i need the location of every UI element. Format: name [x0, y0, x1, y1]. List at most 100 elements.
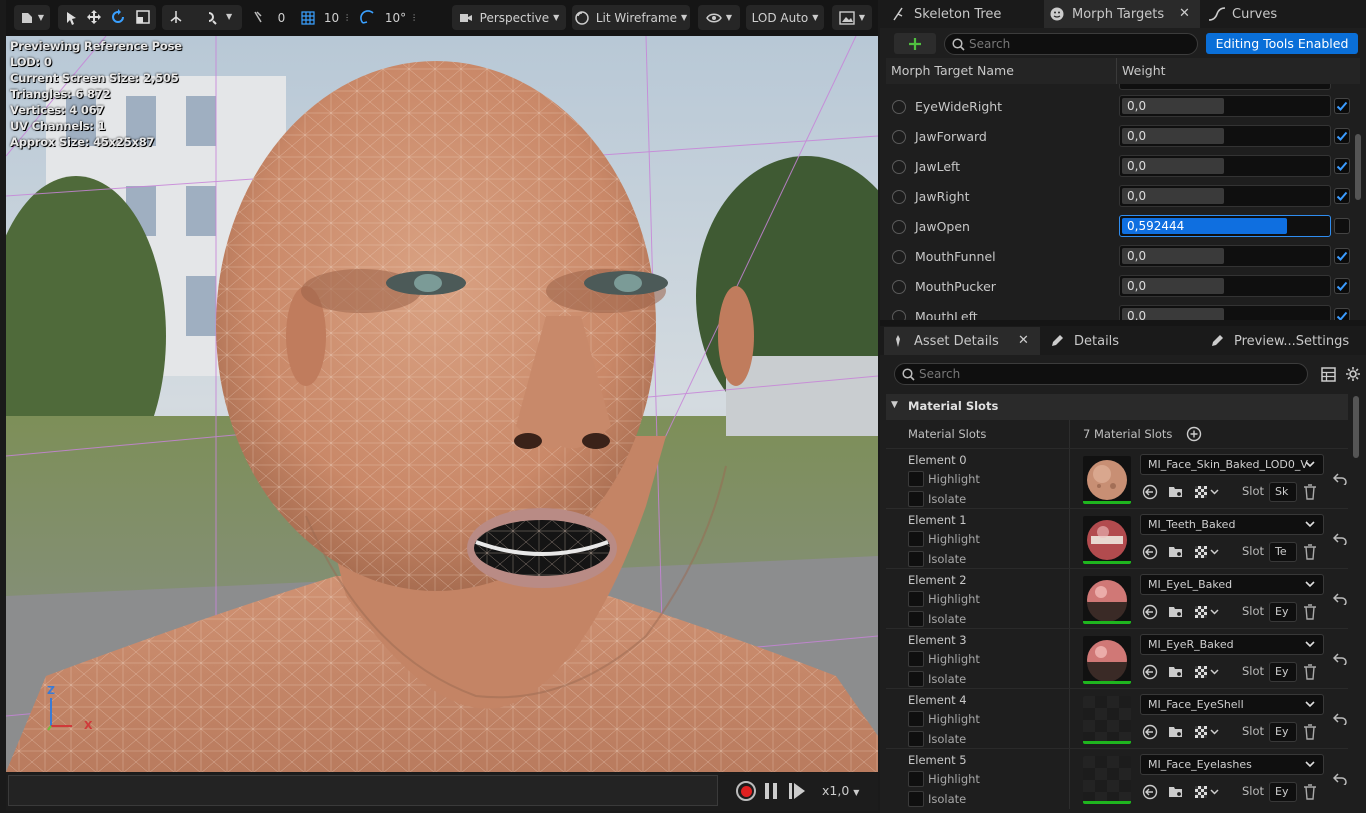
select-mode-dropdown[interactable]: ▼ — [14, 5, 50, 30]
material-thumbnail[interactable] — [1083, 576, 1131, 624]
settings-button[interactable] — [1345, 366, 1361, 385]
material-select[interactable]: MI_EyeL_Baked — [1140, 574, 1324, 595]
morph-search-input[interactable]: Search — [944, 33, 1198, 55]
angle-snap-toggle[interactable]: 0 — [248, 5, 290, 30]
viewport[interactable]: ▼ ▼ 0 10 ⋮ 10° ⋮ Perspective ▼ Lit Wirefram… — [0, 0, 880, 813]
material-select[interactable]: MI_EyeR_Baked — [1140, 634, 1324, 655]
lighting-mode-dropdown[interactable]: Lit Wireframe ▼ — [572, 5, 690, 30]
radio-button[interactable] — [892, 160, 906, 174]
highlight-checkbox[interactable] — [908, 471, 924, 487]
reset-to-default-button[interactable] — [1332, 773, 1347, 788]
radio-button[interactable] — [892, 280, 906, 294]
radio-button[interactable] — [892, 310, 906, 320]
add-slot-button[interactable] — [1186, 426, 1202, 445]
radio-button[interactable] — [892, 130, 906, 144]
reset-to-default-button[interactable] — [1332, 593, 1347, 608]
rotation-snap-toggle[interactable]: 10° ⋮ — [358, 5, 420, 30]
material-options-dropdown[interactable] — [1194, 544, 1220, 563]
morph-enable-checkbox[interactable] — [1334, 128, 1350, 144]
viewport-options-dropdown[interactable]: ▼ — [832, 5, 872, 30]
browse-button[interactable] — [1168, 724, 1184, 743]
column-divider[interactable] — [1116, 58, 1117, 84]
highlight-checkbox[interactable] — [908, 591, 924, 607]
col-weight[interactable]: Weight — [1122, 63, 1166, 78]
isolate-checkbox[interactable] — [908, 491, 924, 507]
material-slots-section-header[interactable]: ▼ Material Slots — [886, 394, 1348, 420]
delete-slot-button[interactable] — [1303, 664, 1317, 683]
browse-button[interactable] — [1168, 784, 1184, 803]
material-options-dropdown[interactable] — [1194, 604, 1220, 623]
rotate-icon[interactable] — [110, 9, 126, 25]
weight-field[interactable] — [1119, 84, 1331, 90]
record-button[interactable] — [736, 781, 756, 801]
weight-field[interactable]: 0,0 — [1119, 275, 1331, 297]
weight-field[interactable]: 0,0 — [1119, 245, 1331, 267]
material-options-dropdown[interactable] — [1194, 484, 1220, 503]
lod-dropdown[interactable]: LOD Auto ▼ — [746, 5, 824, 30]
timeline-scrubber[interactable] — [8, 775, 718, 806]
add-morph-button[interactable] — [894, 33, 936, 54]
material-select[interactable]: MI_Face_EyeShell — [1140, 694, 1324, 715]
material-thumbnail[interactable] — [1083, 516, 1131, 564]
morph-enable-checkbox[interactable] — [1334, 218, 1350, 234]
world-space-icon[interactable] — [168, 9, 184, 25]
col-morph-name[interactable]: Morph Target Name — [891, 63, 1014, 78]
isolate-checkbox[interactable] — [908, 791, 924, 807]
highlight-checkbox[interactable] — [908, 771, 924, 787]
details-search-input[interactable]: Search — [894, 363, 1308, 385]
delete-slot-button[interactable] — [1303, 544, 1317, 563]
delete-slot-button[interactable] — [1303, 724, 1317, 743]
browse-button[interactable] — [1168, 664, 1184, 683]
step-forward-button[interactable] — [788, 782, 806, 803]
close-icon[interactable]: ✕ — [1018, 333, 1029, 348]
show-flags-dropdown[interactable]: ▼ — [698, 5, 740, 30]
editing-tools-button[interactable]: Editing Tools Enabled — [1206, 33, 1358, 54]
morph-enable-checkbox[interactable] — [1334, 158, 1350, 174]
material-options-dropdown[interactable] — [1194, 664, 1220, 683]
tab-asset-details[interactable]: Asset Details ✕ — [884, 327, 1040, 355]
isolate-checkbox[interactable] — [908, 731, 924, 747]
morph-row[interactable]: JawLeft 0,0 — [886, 152, 1356, 182]
morph-enable-checkbox[interactable] — [1334, 278, 1350, 294]
pause-button[interactable] — [764, 782, 778, 803]
surface-snap-icon[interactable] — [206, 9, 220, 25]
weight-field[interactable]: 0,0 — [1119, 155, 1331, 177]
morph-enable-checkbox[interactable] — [1334, 248, 1350, 264]
material-select[interactable]: MI_Face_Eyelashes — [1140, 754, 1324, 775]
delete-slot-button[interactable] — [1303, 604, 1317, 623]
material-options-dropdown[interactable] — [1194, 724, 1220, 743]
weight-field[interactable]: 0,0 — [1119, 185, 1331, 207]
tab-preview-settings[interactable]: Preview...Settings — [1204, 327, 1364, 355]
morph-enable-checkbox[interactable] — [1334, 188, 1350, 204]
reset-to-default-button[interactable] — [1332, 473, 1347, 488]
material-select[interactable]: MI_Face_Skin_Baked_LOD0_V — [1140, 454, 1324, 475]
isolate-checkbox[interactable] — [908, 551, 924, 567]
browse-button[interactable] — [1168, 484, 1184, 503]
table-view-button[interactable] — [1321, 367, 1336, 385]
tab-details[interactable]: Details — [1044, 327, 1194, 355]
morph-enable-checkbox[interactable] — [1334, 98, 1350, 114]
morph-row[interactable]: JawForward 0,0 — [886, 122, 1356, 152]
use-selected-button[interactable] — [1142, 544, 1158, 563]
reset-to-default-button[interactable] — [1332, 713, 1347, 728]
highlight-checkbox[interactable] — [908, 531, 924, 547]
use-selected-button[interactable] — [1142, 604, 1158, 623]
browse-button[interactable] — [1168, 544, 1184, 563]
highlight-checkbox[interactable] — [908, 711, 924, 727]
morph-enable-checkbox[interactable] — [1334, 308, 1350, 320]
radio-button[interactable] — [892, 190, 906, 204]
morph-row[interactable]: JawRight 0,0 — [886, 182, 1356, 212]
move-icon[interactable] — [86, 9, 102, 25]
morph-row-active[interactable]: JawOpen 0,592444 — [886, 212, 1356, 242]
radio-button[interactable] — [892, 100, 906, 114]
radio-button[interactable] — [892, 220, 906, 234]
use-selected-button[interactable] — [1142, 664, 1158, 683]
morph-scrollbar[interactable] — [1355, 134, 1361, 200]
material-select[interactable]: MI_Teeth_Baked — [1140, 514, 1324, 535]
weight-field-active[interactable]: 0,592444 — [1119, 215, 1331, 237]
morph-row[interactable]: EyeWideRight 0,0 — [886, 92, 1356, 122]
slot-name-field[interactable]: Ey — [1269, 722, 1297, 742]
select-arrow-icon[interactable] — [66, 11, 78, 25]
material-thumbnail[interactable] — [1083, 456, 1131, 504]
tab-morph-targets[interactable]: Morph Targets ✕ — [1044, 0, 1200, 28]
